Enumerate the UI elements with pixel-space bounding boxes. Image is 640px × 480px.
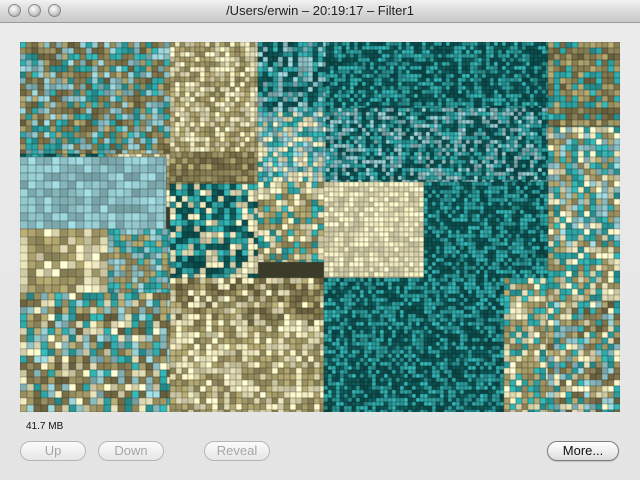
down-button[interactable]: Down <box>98 441 164 461</box>
app-window: /Users/erwin – 20:19:17 – Filter1 41.7 M… <box>0 0 640 480</box>
up-button[interactable]: Up <box>20 441 86 461</box>
disk-usage-treemap[interactable] <box>20 42 620 412</box>
treemap-canvas[interactable] <box>20 42 620 412</box>
window-title: /Users/erwin – 20:19:17 – Filter1 <box>226 3 414 18</box>
reveal-button[interactable]: Reveal <box>204 441 270 461</box>
more-button[interactable]: More... <box>547 441 619 461</box>
title-bar[interactable]: /Users/erwin – 20:19:17 – Filter1 <box>0 0 640 23</box>
selection-size-label: 41.7 MB <box>26 421 64 432</box>
